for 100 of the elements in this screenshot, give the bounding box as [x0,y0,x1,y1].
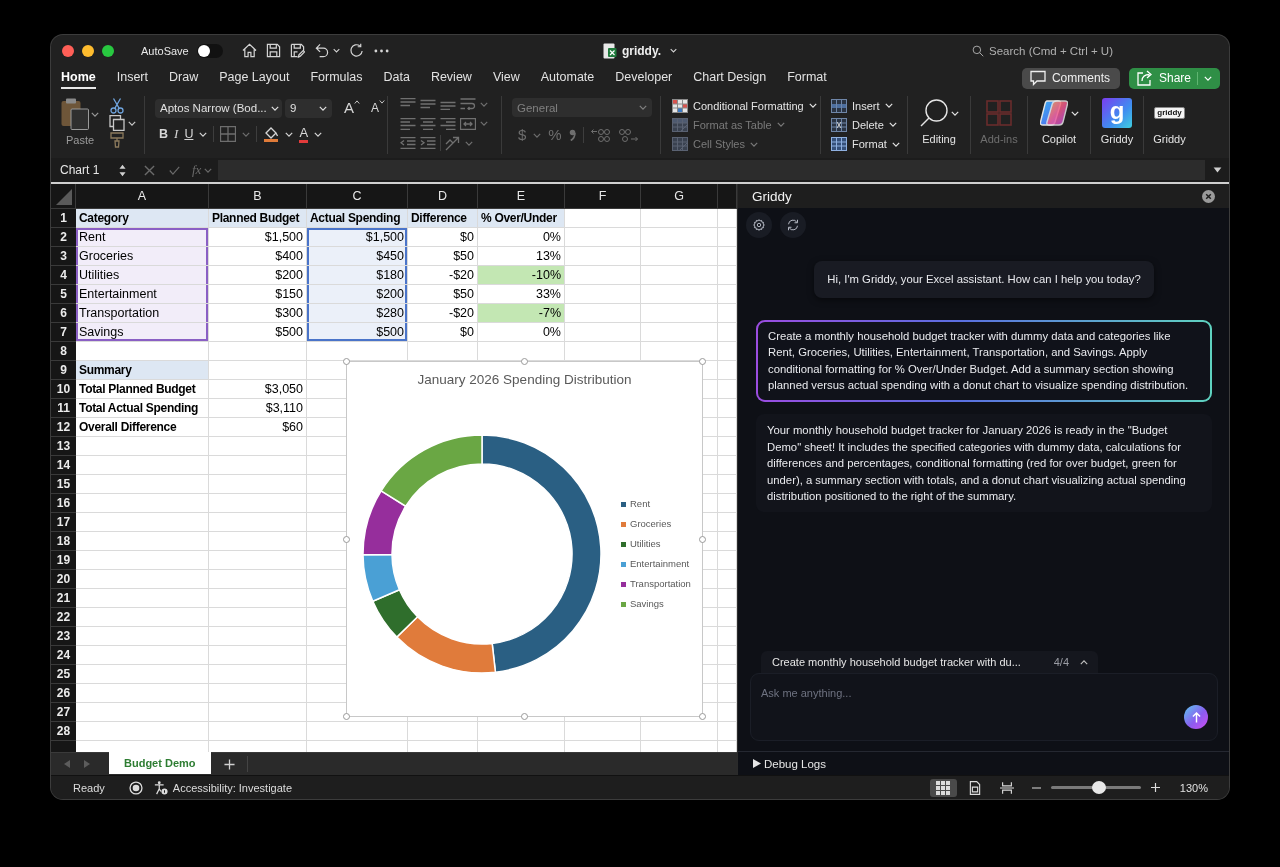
griddy-button[interactable]: g Griddy [1100,96,1134,154]
borders-icon[interactable] [220,126,237,142]
close-window-icon[interactable] [62,44,74,57]
insert-cells-button[interactable]: Insert [831,96,907,116]
ribbon-tab[interactable]: Format [787,67,827,89]
cell[interactable]: Utilities [76,266,209,285]
ribbon-tab[interactable]: Home [61,67,96,89]
paintbrush-icon[interactable] [109,132,125,148]
caret-icon[interactable] [91,111,99,117]
minimize-window-icon[interactable] [82,44,94,57]
accessibility-button[interactable]: Accessibility: Investigate [153,780,292,795]
cell[interactable]: $500 [307,323,408,342]
cell[interactable]: Rent [76,228,209,247]
copilot-button[interactable]: Copilot [1039,96,1079,154]
cell[interactable]: Savings [76,323,209,342]
caret-icon[interactable] [128,120,136,126]
resize-handle[interactable] [343,358,350,365]
comma-style-icon[interactable] [568,129,576,141]
column-header[interactable]: D [408,184,478,209]
cell[interactable]: -10% [478,266,565,285]
more-icon[interactable] [373,48,389,53]
bold-button[interactable]: B [159,126,169,142]
griddy-button[interactable]: griddy Griddy [1153,96,1186,154]
resize-handle[interactable] [521,713,528,720]
scissors-icon[interactable] [109,98,125,114]
checkmark-icon[interactable] [169,164,180,176]
cell[interactable]: $200 [307,285,408,304]
ribbon-tab[interactable]: Data [383,67,410,89]
resize-handle[interactable] [343,713,350,720]
chat-input[interactable]: Ask me anything... [750,673,1218,741]
caret-up-icon[interactable] [1080,659,1088,665]
slider-thumb[interactable] [1091,781,1106,794]
donut-chart[interactable]: January 2026 Spending Distribution Rent Groceries Utilities Entertainment Transportation Savings [346,361,703,717]
column-header[interactable]: E [478,184,565,209]
file-name[interactable]: griddy. [621,43,662,58]
minus-icon[interactable] [1031,786,1041,789]
cell[interactable]: Groceries [76,247,209,266]
search-field[interactable]: Search (Cmd + Ctrl + U) [989,44,1129,57]
plus-icon[interactable] [1150,783,1160,792]
save-icon[interactable] [265,43,281,58]
share-button[interactable]: Share [1128,67,1220,89]
resize-handle[interactable] [699,713,706,720]
undo-icon[interactable] [313,43,329,58]
ribbon-tab[interactable]: View [492,67,520,89]
redo-icon[interactable] [348,43,364,58]
cell[interactable]: $280 [307,304,408,323]
ribbon-tab[interactable]: Developer [615,67,673,89]
editing-button[interactable]: Editing [919,96,959,154]
zoom-level-text[interactable]: 130% [1179,781,1208,794]
cell[interactable]: -7% [478,304,565,323]
stepper-icon[interactable] [119,163,126,177]
decrease-decimal-icon[interactable] [617,128,638,142]
italic-button[interactable]: I [174,126,179,142]
font-name-dropdown[interactable]: Aptos Narrow (Bod... [155,98,282,118]
select-all-icon[interactable] [56,189,72,205]
record-icon[interactable] [128,780,143,795]
column-header[interactable]: C [307,184,408,209]
resize-handle[interactable] [699,358,706,365]
column-header[interactable]: B [209,184,307,209]
close-icon[interactable] [1202,189,1215,203]
normal-view-button[interactable] [929,778,957,797]
column-header[interactable]: F [565,184,641,209]
sheet-tab[interactable]: Budget Demo [109,752,211,774]
paste-button[interactable]: Paste [61,96,99,154]
resize-handle[interactable] [521,358,528,365]
fill-color-icon[interactable] [263,126,280,142]
plus-icon[interactable] [223,758,235,770]
increase-decimal-icon[interactable] [590,128,611,142]
copy-icon[interactable] [109,115,125,131]
decrease-font-size-button[interactable]: A [371,100,386,116]
ribbon-tab[interactable]: Automate [540,67,595,89]
search-icon[interactable] [972,44,984,57]
cell[interactable]: Transportation [76,304,209,323]
ribbon-tab[interactable]: Formulas [310,67,363,89]
ribbon-tab[interactable]: Insert [116,67,148,89]
underline-button[interactable]: U [184,126,194,142]
settings-button[interactable] [746,212,772,238]
save-with-pencil-icon[interactable] [289,43,305,58]
ribbon-tab[interactable]: Draw [169,67,199,89]
home-icon[interactable] [241,43,257,58]
resize-handle[interactable] [699,536,706,543]
column-header[interactable]: G [641,184,718,209]
cell[interactable]: Actual Spending [307,209,408,228]
cell[interactable]: $450 [307,247,408,266]
cell[interactable]: $1,500 [307,228,408,247]
comments-button[interactable]: Comments [1021,67,1120,89]
cancel-icon[interactable] [144,164,155,176]
cell[interactable]: Planned Budget [209,209,307,228]
cell[interactable]: $180 [307,266,408,285]
ribbon-tab[interactable]: Page Layout [219,67,290,89]
resize-handle[interactable] [343,536,350,543]
autosave-toggle[interactable] [196,43,223,58]
prompt-history-tab[interactable]: Create monthly household budget tracker with du... 4/4 [761,651,1098,673]
zoom-window-icon[interactable] [102,44,114,57]
refresh-button[interactable] [780,212,806,238]
cell[interactable]: Category [76,209,209,228]
format-cells-button[interactable]: Format [831,134,907,154]
font-color-button[interactable]: A [299,125,309,143]
caret-down-icon[interactable] [1213,167,1222,173]
increase-font-size-button[interactable]: A [344,100,360,116]
